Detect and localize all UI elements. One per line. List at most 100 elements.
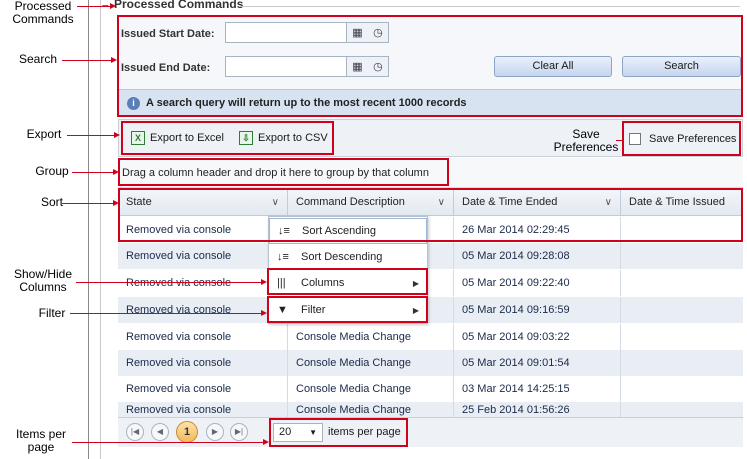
column-menu: ↓≡ Sort Ascending ↓≡ Sort Descending |||…: [268, 216, 428, 324]
table-row[interactable]: Removed via console Console Media Change…: [118, 324, 743, 350]
cell-date-issued: [621, 376, 743, 402]
chevron-down-icon: ▼: [309, 428, 317, 437]
callout-line: [70, 313, 262, 314]
callout-arrow: [113, 169, 119, 175]
calendar-icon[interactable]: ▦: [352, 26, 362, 39]
excel-icon: X: [131, 131, 145, 145]
cell-description: Console Media Change: [288, 402, 454, 417]
checkbox-icon[interactable]: [629, 133, 641, 145]
sort-descending-icon: ↓≡: [277, 251, 289, 263]
table-row[interactable]: Removed via console 05 Mar 2014 09:22:40: [118, 270, 743, 296]
column-header-date-issued[interactable]: Date & Time Issued: [621, 189, 743, 216]
chevron-down-icon[interactable]: ∨: [272, 189, 279, 216]
next-page-button[interactable]: ▶: [206, 423, 224, 441]
clear-all-button[interactable]: Clear All: [494, 56, 612, 77]
end-date-pickers: ▦ ◷: [347, 56, 389, 77]
cell-date-issued: [621, 270, 743, 296]
cell-state: Removed via console: [118, 324, 288, 350]
section-title: Processed Commands: [114, 0, 244, 11]
first-page-button[interactable]: |◀: [126, 423, 144, 441]
cell-date-issued: [621, 243, 743, 269]
callout-line: [77, 6, 111, 7]
menu-sort-ascending[interactable]: ↓≡ Sort Ascending: [269, 218, 427, 244]
cell-state: Removed via console: [118, 217, 288, 243]
export-csv-button[interactable]: ⇩ Export to CSV: [239, 131, 328, 145]
table-row[interactable]: Removed via console Console Media Change…: [118, 350, 743, 376]
current-page[interactable]: 1: [176, 421, 198, 443]
items-per-page-label: items per page: [328, 426, 401, 438]
cell-date-ended: 25 Feb 2014 01:56:26: [454, 402, 621, 417]
chevron-right-icon: ▶: [412, 305, 419, 315]
menu-sort-descending-label: Sort Descending: [301, 251, 383, 263]
frame-left-border: [88, 0, 89, 459]
menu-filter-label: Filter: [301, 304, 326, 316]
cell-date-ended: 05 Mar 2014 09:22:40: [454, 270, 621, 296]
callout-line: [67, 135, 115, 136]
callout-line: [72, 442, 264, 443]
callout-group: Group: [35, 164, 69, 178]
issued-end-date-input[interactable]: [225, 56, 347, 77]
cell-description: Console Media Change: [288, 376, 454, 402]
menu-columns-label: Columns: [301, 277, 345, 289]
page-size-select[interactable]: 20 ▼: [273, 423, 323, 442]
callout-line: [76, 282, 262, 283]
cell-date-issued: [621, 350, 743, 376]
callout-arrow: [111, 57, 117, 63]
chevron-down-icon[interactable]: ∨: [438, 189, 445, 216]
frame-inner-border: [100, 0, 101, 459]
cell-description: Console Media Change: [288, 324, 454, 350]
last-page-button[interactable]: ▶|: [230, 423, 248, 441]
cell-state: Removed via console: [118, 350, 288, 376]
column-header-date-ended[interactable]: Date & Time Ended ∨: [454, 189, 621, 216]
start-date-pickers: ▦ ◷: [347, 22, 389, 43]
clock-icon[interactable]: ◷: [373, 60, 383, 73]
previous-page-button[interactable]: ◀: [151, 423, 169, 441]
table-row[interactable]: Removed via console 26 Mar 2014 02:29:45: [118, 217, 743, 243]
callout-arrow: [263, 439, 269, 445]
column-header-state[interactable]: State ∨: [118, 189, 288, 216]
cell-date-ended: 05 Mar 2014 09:01:54: [454, 350, 621, 376]
callout-filter: Filter: [38, 306, 66, 320]
cell-state: Removed via console: [118, 243, 288, 269]
issued-start-date-label: Issued Start Date:: [121, 28, 215, 40]
export-excel-label: Export to Excel: [150, 132, 224, 144]
callout-search: Search: [18, 52, 58, 66]
callout-arrow: [110, 3, 116, 9]
callout-line: [62, 60, 112, 61]
table-row[interactable]: Removed via console 05 Mar 2014 09:16:59: [118, 297, 743, 323]
export-excel-button[interactable]: X Export to Excel: [131, 131, 224, 145]
sort-ascending-icon: ↓≡: [278, 225, 290, 237]
menu-columns[interactable]: ||| Columns ▶: [269, 270, 427, 296]
callout-sort: Sort: [40, 195, 63, 209]
menu-filter[interactable]: ▼ Filter ▶: [269, 297, 427, 323]
table-row[interactable]: Removed via console Console Media Change…: [118, 402, 743, 417]
cell-state: Removed via console: [118, 376, 288, 402]
search-button[interactable]: Search: [622, 56, 741, 77]
table-row[interactable]: Removed via console Console Media Change…: [118, 376, 743, 402]
column-header-command-description[interactable]: Command Description ∨: [288, 189, 454, 216]
cell-date-ended: 26 Mar 2014 02:29:45: [454, 217, 621, 243]
save-preferences-label: Save Preferences: [649, 133, 737, 145]
chevron-down-icon[interactable]: ∨: [605, 189, 612, 216]
table-row[interactable]: Removed via console 05 Mar 2014 09:28:08: [118, 243, 743, 269]
callout-arrow: [114, 132, 120, 138]
info-icon: i: [127, 96, 140, 110]
menu-sort-descending[interactable]: ↓≡ Sort Descending: [269, 244, 427, 270]
issued-start-date-input[interactable]: [225, 22, 347, 43]
issued-end-date-label: Issued End Date:: [121, 62, 211, 74]
save-preferences-checkbox[interactable]: Save Preferences: [629, 133, 736, 145]
cell-date-issued: [621, 297, 743, 323]
csv-icon: ⇩: [239, 131, 253, 145]
callout-arrow: [113, 200, 119, 206]
clock-icon[interactable]: ◷: [373, 26, 383, 39]
filter-icon: ▼: [277, 304, 288, 316]
calendar-icon[interactable]: ▦: [352, 60, 362, 73]
cell-state: Removed via console: [118, 402, 288, 417]
search-info-bar: i A search query will return up to the m…: [119, 89, 742, 116]
callout-arrow: [261, 310, 267, 316]
group-drop-zone[interactable]: Drag a column header and drop it here to…: [118, 158, 743, 188]
callout-save-preferences: Save Preferences: [553, 127, 619, 154]
cell-date-ended: 03 Mar 2014 14:25:15: [454, 376, 621, 402]
title-divider: [240, 6, 740, 7]
cell-date-ended: 05 Mar 2014 09:16:59: [454, 297, 621, 323]
